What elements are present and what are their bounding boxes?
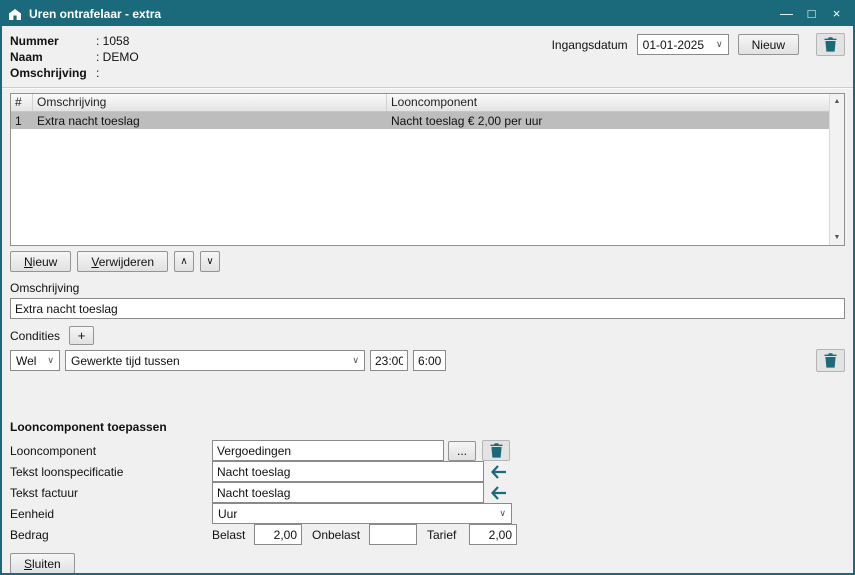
onbelast-label: Onbelast — [312, 528, 364, 542]
chevron-down-icon: ∨ — [713, 40, 726, 49]
delete-looncomponent-button[interactable] — [482, 440, 510, 461]
table-row[interactable]: 1 Extra nacht toeslag Nacht toeslag € 2,… — [11, 112, 844, 129]
minimize-button[interactable]: — — [774, 2, 799, 26]
close-button[interactable]: × — [824, 2, 849, 26]
eenheid-value: Uur — [218, 507, 496, 521]
trash-icon — [824, 353, 837, 368]
cell-looncomponent: Nacht toeslag € 2,00 per uur — [387, 114, 844, 128]
naam-value: : DEMO — [96, 50, 139, 64]
time-from-input[interactable] — [370, 350, 408, 371]
eenheid-label: Eenheid — [10, 507, 212, 521]
column-header-num: # — [11, 94, 33, 111]
tekst-loonspecificatie-row: Tekst loonspecificatie — [10, 461, 845, 482]
cell-omschrijving: Extra nacht toeslag — [33, 114, 387, 128]
delete-ingangsdatum-button[interactable] — [816, 33, 845, 56]
ontrafel-regels-table: # Omschrijving Looncomponent 1 Extra nac… — [10, 93, 845, 246]
field-omschrijving: Omschrijving : — [10, 65, 845, 81]
sluiten-button[interactable]: Sluiten — [10, 553, 75, 574]
scroll-down-icon[interactable]: ▼ — [830, 230, 844, 245]
conditie-type-value: Gewerkte tijd tussen — [71, 354, 349, 368]
eenheid-select[interactable]: Uur ∨ — [212, 503, 512, 524]
chevron-down-icon: ∨ — [496, 509, 509, 518]
nummer-label: Nummer — [10, 34, 96, 48]
table-header-row: # Omschrijving Looncomponent — [11, 94, 844, 112]
header-separator — [2, 87, 853, 89]
naam-label: Naam — [10, 50, 96, 64]
eenheid-row: Eenheid Uur ∨ — [10, 503, 845, 524]
ingangsdatum-value: 01-01-2025 — [643, 38, 713, 52]
cell-num: 1 — [11, 114, 33, 128]
time-to-input[interactable] — [413, 350, 446, 371]
verwijderen-button[interactable]: Verwijderen — [77, 251, 168, 272]
bedrag-row: Bedrag Belast Onbelast Tarief — [10, 524, 845, 545]
arrow-left-icon — [491, 486, 507, 500]
onbelast-input[interactable] — [369, 524, 417, 545]
looncomponent-form: Looncomponent ... Tekst loonspecificatie — [10, 440, 845, 545]
app-icon — [8, 8, 22, 21]
nieuw-ingangsdatum-button[interactable]: Nieuw — [738, 34, 799, 55]
omschrijving-input[interactable] — [10, 298, 845, 319]
tekst-factuur-input[interactable] — [212, 482, 484, 503]
trash-icon — [824, 37, 837, 52]
titlebar: Uren ontrafelaar - extra — □ × — [2, 2, 853, 26]
chevron-down-icon: ∨ — [44, 356, 57, 365]
nieuw-regel-button[interactable]: Nieuw — [10, 251, 71, 272]
looncomponent-input[interactable] — [212, 440, 444, 461]
looncomponent-section-title: Looncomponent toepassen — [10, 420, 845, 434]
column-header-omschrijving: Omschrijving — [33, 94, 387, 111]
ingangsdatum-label: Ingangsdatum — [552, 38, 628, 52]
copy-loonspecificatie-button[interactable] — [487, 461, 511, 482]
column-header-looncomponent: Looncomponent — [387, 94, 844, 111]
delete-conditie-button[interactable] — [816, 349, 845, 372]
omschrijving-header-label: Omschrijving — [10, 66, 96, 80]
omschrijving-header-value: : — [96, 66, 99, 80]
looncomponent-label: Looncomponent — [10, 444, 212, 458]
belast-label: Belast — [212, 528, 249, 542]
condities-label: Condities — [10, 329, 60, 343]
copy-factuur-button[interactable] — [487, 482, 511, 503]
header: Nummer : 1058 Naam : DEMO Omschrijving :… — [2, 26, 853, 87]
condities-header: Condities + — [10, 326, 845, 345]
arrow-left-icon — [491, 465, 507, 479]
tekst-loonspecificatie-label: Tekst loonspecificatie — [10, 465, 212, 479]
add-conditie-button[interactable]: + — [69, 326, 94, 345]
chevron-down-icon: ∨ — [349, 356, 362, 365]
move-down-button[interactable]: ∨ — [200, 251, 220, 272]
conditie-mode-select[interactable]: Wel ∨ — [10, 350, 60, 371]
ingangsdatum-select[interactable]: 01-01-2025 ∨ — [637, 34, 729, 55]
footer: Sluiten — [10, 553, 845, 574]
omschrijving-field-label: Omschrijving — [10, 281, 845, 295]
tarief-label: Tarief — [427, 528, 464, 542]
dialog-window: Uren ontrafelaar - extra — □ × Nummer : … — [0, 0, 855, 575]
conditie-row: Wel ∨ Gewerkte tijd tussen ∨ — [10, 349, 845, 372]
tekst-factuur-label: Tekst factuur — [10, 486, 212, 500]
tekst-factuur-row: Tekst factuur — [10, 482, 845, 503]
table-toolbar: Nieuw Verwijderen ∧ ∨ — [10, 251, 845, 272]
conditie-mode-value: Wel — [16, 354, 44, 368]
window-title: Uren ontrafelaar - extra — [29, 7, 774, 21]
tekst-loonspecificatie-input[interactable] — [212, 461, 484, 482]
ingangsdatum-group: Ingangsdatum 01-01-2025 ∨ Nieuw — [552, 33, 845, 56]
belast-input[interactable] — [254, 524, 302, 545]
trash-icon — [490, 443, 503, 458]
tarief-input[interactable] — [469, 524, 517, 545]
move-up-button[interactable]: ∧ — [174, 251, 194, 272]
table-scrollbar[interactable]: ▲ ▼ — [829, 94, 844, 245]
maximize-button[interactable]: □ — [799, 2, 824, 26]
nummer-value: : 1058 — [96, 34, 129, 48]
looncomponent-row: Looncomponent ... — [10, 440, 845, 461]
bedrag-label: Bedrag — [10, 528, 212, 542]
browse-looncomponent-button[interactable]: ... — [448, 441, 476, 461]
conditie-type-select[interactable]: Gewerkte tijd tussen ∨ — [65, 350, 365, 371]
scroll-up-icon[interactable]: ▲ — [830, 94, 844, 109]
